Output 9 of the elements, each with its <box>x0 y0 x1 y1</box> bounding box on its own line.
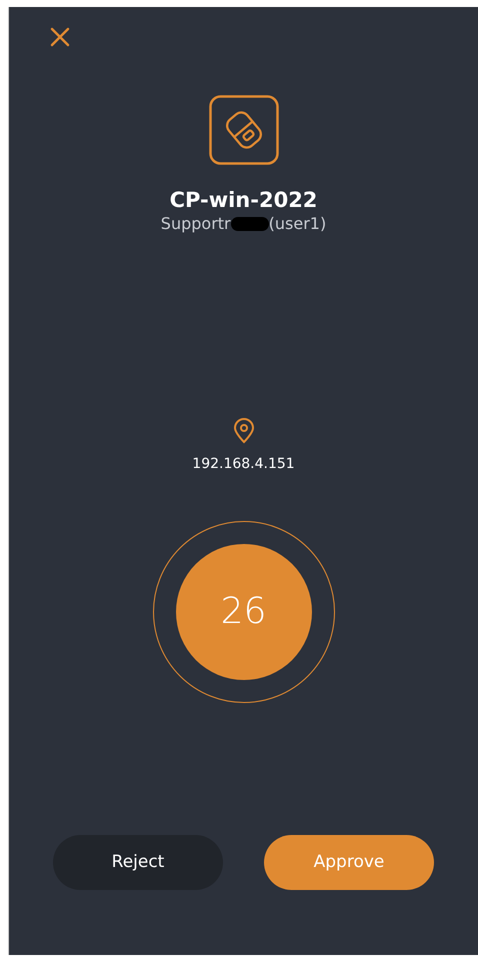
location-pin-icon <box>232 418 254 444</box>
user-id: (user1) <box>268 213 326 235</box>
close-icon <box>50 27 70 47</box>
reject-button[interactable]: Reject <box>53 835 223 890</box>
ip-address: 192.168.4.151 <box>192 455 295 474</box>
user-name: Supportr <box>160 213 231 235</box>
countdown-timer: 26 <box>176 544 312 680</box>
usb-key-icon <box>208 95 278 165</box>
device-name: CP-win-2022 <box>170 187 318 213</box>
